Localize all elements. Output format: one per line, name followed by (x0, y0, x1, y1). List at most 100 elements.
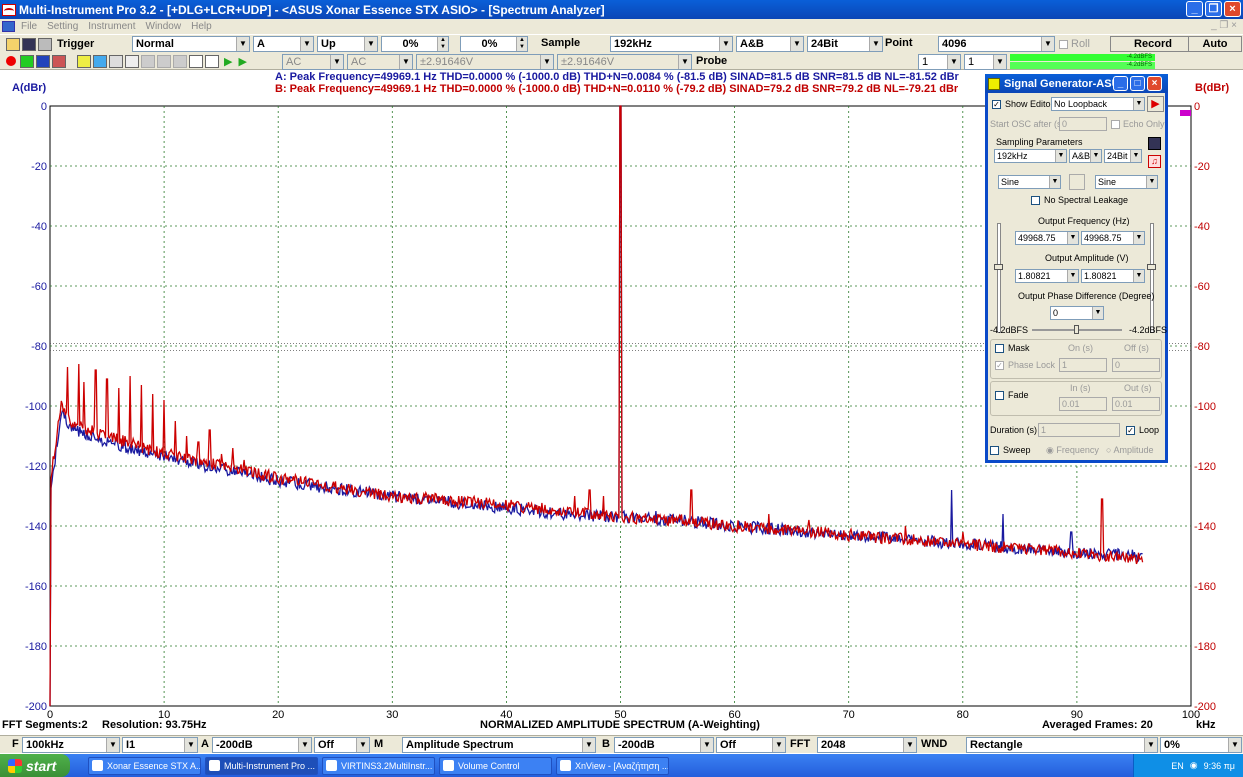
task-volume-control[interactable]: Volume Control (439, 756, 552, 775)
frequency-range-select[interactable]: 100kHz ▼ (22, 737, 120, 753)
sg-bits-select[interactable]: 24Bit ▼ (1104, 149, 1142, 163)
sg-maximize-button[interactable]: □ (1130, 76, 1145, 91)
fade-checkbox[interactable] (995, 391, 1004, 400)
restore-button[interactable]: ❐ (1205, 1, 1222, 17)
menu-help[interactable]: Help (186, 21, 217, 32)
bits-select[interactable]: 24Bit ▼ (807, 36, 883, 52)
volume-tray-icon[interactable]: ◉ (1190, 760, 1198, 771)
level-a-slider-track[interactable] (994, 223, 1003, 333)
no-leakage-checkbox[interactable] (1031, 196, 1040, 205)
b-weighting-select[interactable]: Off ▼ (716, 737, 786, 753)
probe-b-select[interactable]: 1 ▼ (964, 54, 1007, 70)
mode-select[interactable]: Amplitude Spectrum ▼ (402, 737, 596, 753)
sweep-frequency-radio[interactable]: ◉ Frequency (1046, 445, 1099, 456)
show-editor-checkbox[interactable]: ✓ (992, 100, 1001, 109)
multimeter-icon[interactable] (52, 54, 66, 68)
coupling-a-select[interactable]: AC ▼ (282, 54, 344, 70)
sg-music-icon[interactable]: ♫ (1148, 155, 1161, 168)
overlap-select[interactable]: 0% ▼ (1160, 737, 1242, 753)
trace-a-icon[interactable] (157, 54, 171, 68)
trigger-delay-spinner[interactable]: 0% ▲ ▼ (460, 36, 528, 52)
level-b-slider-thumb[interactable] (1147, 264, 1156, 270)
record-icon[interactable] (6, 56, 16, 66)
trigger-edge-select[interactable]: Up ▼ (317, 36, 378, 52)
phase-lock-checkbox[interactable]: ✓ (995, 361, 1004, 370)
sample-rate-select[interactable]: 192kHz ▼ (610, 36, 733, 52)
generator-play-button[interactable]: ▶ (1147, 96, 1164, 112)
close-button[interactable]: × (1224, 1, 1241, 17)
mdi-controls[interactable]: _ ❐ × (1211, 20, 1237, 31)
spectrum-analyzer-icon[interactable] (36, 54, 50, 68)
balance-slider-thumb[interactable] (1074, 325, 1079, 334)
minimize-button[interactable]: _ (1186, 1, 1203, 17)
sg-rate-select[interactable]: 192kHz ▼ (994, 149, 1067, 163)
auto-button[interactable]: Auto (1188, 36, 1242, 52)
tools-icon[interactable] (189, 54, 203, 68)
spectrum-3d-icon[interactable] (93, 54, 107, 68)
trigger-mode-select[interactable]: Normal ▼ (132, 36, 250, 52)
level-b-slider-track[interactable] (1147, 223, 1156, 333)
zoom-select[interactable]: I1 ▼ (122, 737, 198, 753)
print-icon[interactable] (38, 37, 52, 51)
duration-input[interactable]: 1 (1038, 423, 1120, 437)
fade-out-input[interactable]: 0.01 (1112, 397, 1160, 411)
task-virtins[interactable]: VIRTINS3.2MultiInstr... (322, 756, 435, 775)
range-b-select[interactable]: ±2.91646V ▼ (557, 54, 692, 70)
calibrate-icon[interactable] (125, 54, 139, 68)
a-floor-select[interactable]: -200dB ▼ (212, 737, 312, 753)
sweep-checkbox[interactable] (990, 446, 999, 455)
menu-setting[interactable]: Setting (42, 21, 83, 32)
range-a-select[interactable]: ±2.91646V ▼ (416, 54, 554, 70)
level-a-slider-thumb[interactable] (994, 264, 1003, 270)
coupling-b-select[interactable]: AC ▼ (347, 54, 413, 70)
amplitude-a-input[interactable]: 1.80821 ▼ (1015, 269, 1079, 283)
menu-file[interactable]: File (16, 21, 42, 32)
play-icon[interactable]: ▶ (224, 55, 232, 68)
menu-instrument[interactable]: Instrument (83, 21, 140, 32)
trigger-channel-select[interactable]: A ▼ (253, 36, 314, 52)
loop-checkbox[interactable]: ✓ (1126, 426, 1135, 435)
sweep-amplitude-radio[interactable]: ○ Amplitude (1106, 445, 1153, 455)
sg-minimize-button[interactable]: _ (1113, 76, 1128, 91)
roll-checkbox[interactable] (1059, 40, 1068, 49)
signal-generator-titlebar[interactable]: Signal Generator-ASU... _ □ × (985, 74, 1168, 93)
probe-icon[interactable] (141, 54, 155, 68)
mask-checkbox[interactable] (995, 344, 1004, 353)
b-floor-select[interactable]: -200dB ▼ (614, 737, 714, 753)
echo-only-checkbox[interactable] (1111, 120, 1120, 129)
menu-window[interactable]: Window (141, 21, 187, 32)
task-multi-instrument[interactable]: Multi-Instrument Pro ... (205, 756, 318, 775)
points-select[interactable]: 4096 ▼ (938, 36, 1055, 52)
speaker-icon[interactable] (205, 54, 219, 68)
open-icon[interactable] (6, 37, 20, 51)
channel-select[interactable]: A&B ▼ (736, 36, 804, 52)
language-indicator[interactable]: EN (1171, 761, 1184, 771)
trace-b-icon[interactable] (173, 54, 187, 68)
balance-slider-track[interactable] (1032, 325, 1122, 334)
fade-in-input[interactable]: 0.01 (1059, 397, 1107, 411)
oscilloscope-icon[interactable] (20, 54, 34, 68)
trigger-level-spinner[interactable]: 0% ▲ ▼ (381, 36, 449, 52)
start-osc-input[interactable]: 0 (1059, 117, 1107, 131)
a-weighting-select[interactable]: Off ▼ (314, 737, 370, 753)
start-button[interactable]: start (0, 754, 70, 777)
app-menu-icon[interactable] (2, 21, 15, 32)
filter-icon[interactable] (109, 54, 123, 68)
probe-a-select[interactable]: 1 ▼ (918, 54, 961, 70)
record-button[interactable]: Record (1110, 36, 1196, 52)
frequency-a-input[interactable]: 49968.75 ▼ (1015, 231, 1079, 245)
waveform-icon[interactable] (77, 54, 91, 68)
save-icon[interactable] (22, 37, 36, 51)
frequency-b-input[interactable]: 49968.75 ▼ (1081, 231, 1145, 245)
wave-b-select[interactable]: Sine ▼ (1095, 175, 1158, 189)
window-function-select[interactable]: Rectangle ▼ (966, 737, 1158, 753)
wave-link-button[interactable] (1069, 174, 1085, 190)
loopback-select[interactable]: No Loopback ▼ (1051, 97, 1145, 111)
task-xonar[interactable]: Xonar Essence STX A... (88, 756, 201, 775)
phase-select[interactable]: 0 ▼ (1050, 306, 1104, 320)
fft-size-select[interactable]: 2048 ▼ (817, 737, 917, 753)
sg-close-button[interactable]: × (1147, 76, 1162, 91)
mask-on-input[interactable]: 1 (1059, 358, 1107, 372)
task-xnview[interactable]: XnView - [Αναζήτηση ... (556, 756, 669, 775)
mask-off-input[interactable]: 0 (1112, 358, 1160, 372)
